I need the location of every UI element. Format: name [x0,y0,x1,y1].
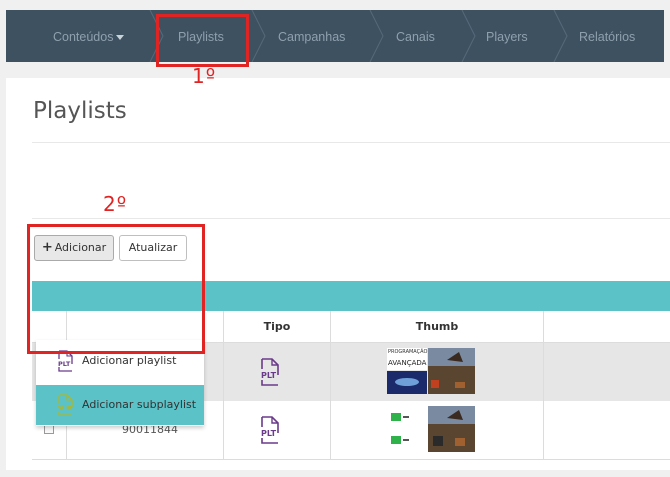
breadcrumb-separator [251,10,266,62]
nav-item-label: Conteúdos [53,30,114,44]
column-header-thumb[interactable]: Thumb [331,311,543,342]
thumbnail-image: PROGRAMAÇÃO AVANÇADA [387,348,475,394]
nav-item-label: Players [486,30,528,44]
thumb-text: AVANÇADA [388,359,427,367]
breadcrumb-separator [553,10,568,62]
svg-text:PLT: PLT [58,360,71,368]
nav-item-conteudos[interactable]: Conteúdos [53,10,125,62]
column-divider [543,343,544,401]
breadcrumb-separator [461,10,476,62]
nav-item-relatorios[interactable]: Relatórios [579,10,635,62]
menu-item-label: Adicionar subplaylist [82,398,197,411]
column-header-extra[interactable] [544,311,670,342]
column-divider [330,401,331,459]
svg-text:PLT: PLT [261,429,277,438]
caret-down-icon [116,35,125,41]
column-divider [223,311,224,342]
svg-text:PLT: PLT [261,371,277,380]
page-title: Playlists [33,98,127,124]
annotation-box-step-1 [156,14,249,67]
column-divider [223,401,224,459]
column-divider [330,311,331,342]
nav-item-label: Relatórios [579,30,636,44]
column-divider [223,343,224,401]
plt-file-icon: PLT [261,416,279,444]
svg-text:SUB: SUB [57,404,72,412]
sub-file-icon: SUB [57,394,73,416]
column-divider [543,401,544,459]
top-navigation-bar: Conteúdos Playlists Campanhas Canais Pla… [6,10,664,62]
thumb-text: PROGRAMAÇÃO [388,348,427,355]
column-divider [543,311,544,342]
menu-item-add-subplaylist[interactable]: SUB Adicionar subplaylist [36,385,204,425]
nav-item-label: Campanhas [278,30,346,44]
nav-item-canais[interactable]: Canais [396,10,435,62]
nav-item-campanhas[interactable]: Campanhas [278,10,345,62]
thumbnail-image [387,406,475,452]
nav-item-label: Canais [396,30,435,44]
column-divider [330,343,331,401]
breadcrumb-separator [369,10,384,62]
divider [32,142,670,143]
annotation-label-step-1: 1º [192,64,217,88]
annotation-box-step-2 [27,224,205,354]
nav-item-players[interactable]: Players [486,10,528,62]
plt-file-icon: PLT [261,358,279,386]
column-header-tipo[interactable]: Tipo [224,311,330,342]
annotation-label-step-2: 2º [103,192,128,216]
divider [32,218,670,219]
